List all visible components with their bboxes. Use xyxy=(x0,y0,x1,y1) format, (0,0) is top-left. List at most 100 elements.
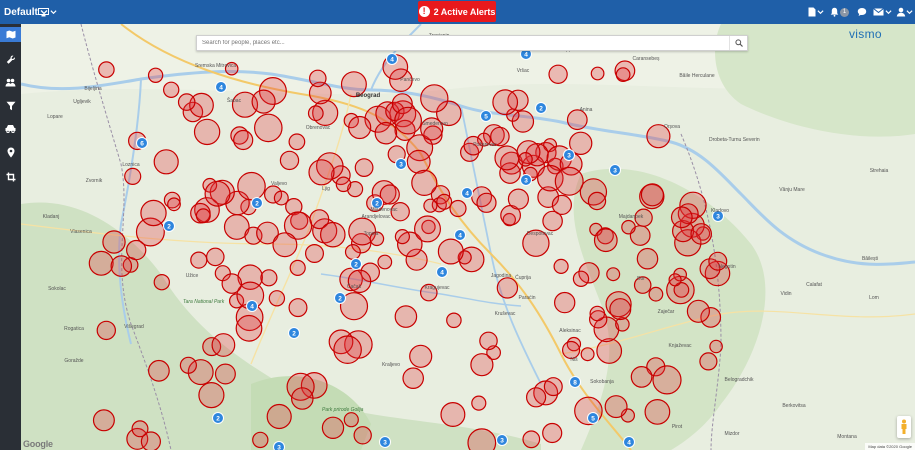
geofence-circle[interactable] xyxy=(634,208,653,227)
geofence-circle[interactable] xyxy=(553,258,569,274)
geofence-circle[interactable] xyxy=(589,305,606,322)
geofence-circle[interactable] xyxy=(167,197,181,212)
geofence-circle[interactable] xyxy=(179,356,197,374)
geofence-circle[interactable] xyxy=(308,159,335,186)
geofence-circle[interactable] xyxy=(348,115,372,140)
geofence-circle[interactable] xyxy=(369,231,385,247)
geofence-circle[interactable] xyxy=(124,167,142,185)
geofence-circle[interactable] xyxy=(268,290,286,307)
geofence-circle[interactable] xyxy=(340,71,367,98)
geofence-circle[interactable] xyxy=(288,298,308,318)
cluster-marker[interactable]: 4 xyxy=(454,229,466,241)
geofence-circle[interactable] xyxy=(406,149,431,174)
geofence-circle[interactable] xyxy=(446,312,462,329)
geofence-circle[interactable] xyxy=(206,247,225,267)
geofence-circle[interactable] xyxy=(646,124,671,149)
geofence-circle[interactable] xyxy=(193,118,221,146)
geofence-circle[interactable] xyxy=(251,89,276,114)
cluster-marker[interactable]: 2 xyxy=(251,197,263,209)
sidebar-item-geofence[interactable] xyxy=(3,169,18,184)
notifications-button[interactable]: 1 xyxy=(830,0,849,24)
geofence-circle[interactable] xyxy=(467,428,497,450)
geofence-circle[interactable] xyxy=(162,81,180,99)
geofence-circle[interactable] xyxy=(260,269,278,287)
geofence-circle[interactable] xyxy=(644,399,671,425)
sidebar-item-people[interactable] xyxy=(3,75,18,90)
geofence-circle[interactable] xyxy=(490,126,510,147)
geofence-circle[interactable] xyxy=(690,223,712,245)
geofence-circle[interactable] xyxy=(374,121,398,145)
cluster-marker[interactable]: 4 xyxy=(461,187,473,199)
cluster-marker[interactable]: 2 xyxy=(212,412,224,424)
geofence-circle[interactable] xyxy=(596,338,623,364)
cluster-marker[interactable]: 3 xyxy=(379,436,391,448)
geofence-circle[interactable] xyxy=(414,215,442,243)
geofence-circle[interactable] xyxy=(593,228,618,253)
cluster-marker[interactable]: 3 xyxy=(520,174,532,186)
geofence-circle[interactable] xyxy=(147,359,170,382)
geofence-circle[interactable] xyxy=(204,180,231,207)
geofence-circle[interactable] xyxy=(402,367,424,389)
geofence-circle[interactable] xyxy=(321,416,345,439)
geofence-circle[interactable] xyxy=(214,363,236,385)
geofence-circle[interactable] xyxy=(494,145,520,171)
geofence-circle[interactable] xyxy=(235,314,263,342)
geofence-circle[interactable] xyxy=(377,254,393,270)
geofence-circle[interactable] xyxy=(195,208,211,224)
cluster-marker[interactable]: 5 xyxy=(587,412,599,424)
sidebar-item-vehicles[interactable] xyxy=(3,121,18,136)
geofence-circle[interactable] xyxy=(409,344,433,368)
geofence-circle[interactable] xyxy=(543,377,563,397)
geofence-circle[interactable] xyxy=(609,298,632,321)
active-alerts-button[interactable]: ! 2 Active Alerts xyxy=(418,1,496,22)
geofence-circle[interactable] xyxy=(670,206,693,229)
geofence-circle[interactable] xyxy=(131,420,149,438)
geofence-circle[interactable] xyxy=(394,305,418,328)
geofence-circle[interactable] xyxy=(420,117,444,141)
geofence-circle[interactable] xyxy=(379,184,400,205)
geofence-circle[interactable] xyxy=(606,267,621,282)
geofence-circle[interactable] xyxy=(211,333,236,357)
geofence-circle[interactable] xyxy=(554,291,576,314)
cluster-marker[interactable]: 3 xyxy=(563,149,575,161)
geofence-circle[interactable] xyxy=(288,133,306,151)
geofence-circle[interactable] xyxy=(699,352,718,371)
cluster-marker[interactable]: 2 xyxy=(350,258,362,270)
geofence-circle[interactable] xyxy=(561,340,581,360)
reports-menu[interactable] xyxy=(808,0,824,24)
geofence-circle[interactable] xyxy=(518,152,533,167)
geofence-circle[interactable] xyxy=(390,201,410,222)
geofence-circle[interactable] xyxy=(279,150,300,171)
monitor-selector[interactable] xyxy=(38,0,57,24)
geofence-circle[interactable] xyxy=(615,67,631,82)
geofence-circle[interactable] xyxy=(686,299,711,323)
geofence-circle[interactable] xyxy=(233,129,254,151)
geofence-circle[interactable] xyxy=(147,67,164,84)
geofence-circle[interactable] xyxy=(153,149,179,175)
geofence-circle[interactable] xyxy=(449,199,467,218)
geofence-circle[interactable] xyxy=(344,244,361,261)
cluster-marker[interactable]: 3 xyxy=(712,210,724,222)
geofence-circle[interactable] xyxy=(437,238,464,265)
street-view-pegman[interactable] xyxy=(897,416,911,438)
geofence-circle[interactable] xyxy=(319,221,346,248)
geofence-circle[interactable] xyxy=(343,412,359,428)
geofence-circle[interactable] xyxy=(290,387,314,410)
geofence-circle[interactable] xyxy=(153,274,170,291)
cluster-marker[interactable]: 4 xyxy=(215,81,227,93)
geofence-circle[interactable] xyxy=(648,286,664,302)
geofence-circle[interactable] xyxy=(470,353,494,377)
geofence-circle[interactable] xyxy=(507,188,529,210)
cluster-marker[interactable]: 2 xyxy=(334,292,346,304)
geofence-circle[interactable] xyxy=(273,190,289,206)
geofence-circle[interactable] xyxy=(436,193,453,210)
geofence-circle[interactable] xyxy=(266,403,292,430)
geofence-circle[interactable] xyxy=(272,232,298,258)
geofence-circle[interactable] xyxy=(636,247,659,270)
geofence-circle[interactable] xyxy=(92,409,115,432)
geofence-circle[interactable] xyxy=(554,166,584,196)
cluster-marker[interactable]: 4 xyxy=(436,266,448,278)
geofence-circle[interactable] xyxy=(587,191,607,211)
geofence-circle[interactable] xyxy=(668,273,682,287)
cluster-marker[interactable]: 3 xyxy=(496,434,508,446)
